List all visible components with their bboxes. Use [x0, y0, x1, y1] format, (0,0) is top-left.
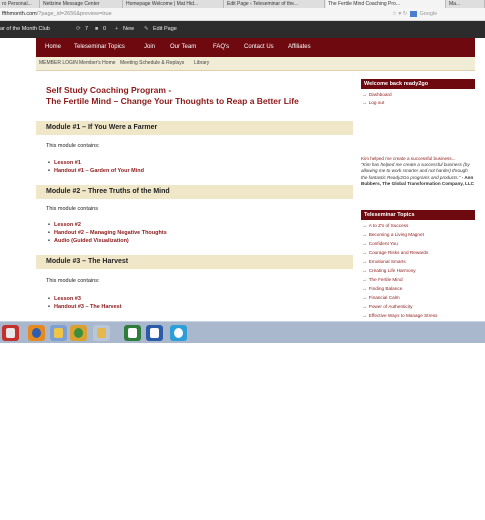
nav-item-our-team[interactable]: Our Team [170, 38, 196, 57]
subnav-library[interactable]: Library [194, 57, 209, 70]
browser-tab-strip: ro Personal... Nettzine Message Center H… [0, 0, 485, 8]
edit-page-link[interactable]: Edit Page [153, 21, 177, 38]
module-title: Module #2 – Three Truths of the Mind [46, 188, 170, 195]
audio-link[interactable]: Audio (Guided Visualization) [48, 237, 129, 245]
updates-count[interactable]: 7 [85, 21, 88, 38]
subnav-members-home[interactable]: Member's Home [79, 57, 116, 70]
topic-link[interactable]: Becoming a Living Magnet [362, 231, 424, 238]
topic-link[interactable]: Emotional Smarts [362, 258, 406, 265]
member-subnav: MEMBER LOGIN Member's Home Meeting Sched… [36, 57, 475, 71]
plus-icon[interactable]: + [115, 21, 118, 38]
tab-label: The Fertile Mind Coaching Pro... [328, 1, 400, 7]
topics-widget-header: Teleseminar Topics [361, 210, 475, 220]
page-title-line2: The Fertile Mind – Change Your Thoughts … [46, 96, 299, 106]
nav-item-join[interactable]: Join [144, 38, 155, 57]
url-path: /?page_id=2656&preview=true [36, 11, 112, 17]
excel-icon[interactable] [124, 325, 141, 341]
nav-item-faqs[interactable]: FAQ's [213, 38, 229, 57]
chrome-icon[interactable] [70, 325, 87, 341]
dashboard-link[interactable]: Dashboard [362, 91, 392, 98]
main-nav: Home Teleseminar Topics Join Our Team FA… [36, 38, 475, 57]
module-title: Module #1 – If You Were a Farmer [46, 124, 158, 131]
welcome-text: Welcome back ready2go [364, 81, 429, 87]
module-heading: Module #3 – The Harvest [36, 255, 353, 269]
subnav-member-login[interactable]: MEMBER LOGIN [39, 57, 78, 70]
admin-site-name[interactable]: ar of the Month Club [0, 21, 50, 38]
browser-tab[interactable]: Ma... [447, 0, 485, 8]
logout-link[interactable]: Log out [362, 99, 385, 106]
star-icon[interactable]: ☆ [392, 11, 397, 17]
topic-link[interactable]: Creating Life Harmony [362, 267, 416, 274]
new-menu[interactable]: New [123, 21, 134, 38]
browser-tab[interactable]: Edit Page ‹ Teleseminar of the... [225, 0, 325, 8]
testimonial: Kim helped me create a successful busine… [361, 156, 475, 212]
tab-label: ro Personal... [2, 1, 32, 7]
main-content: Self Study Coaching Program - The Fertil… [36, 71, 353, 343]
tab-label: Nettzine Message Center [43, 1, 100, 7]
topic-link[interactable]: Finding Balance [362, 285, 403, 292]
topics-heading: Teleseminar Topics [364, 212, 415, 218]
handout-link[interactable]: Handout #3 – The Harvest [48, 303, 122, 311]
start-orb-icon[interactable] [2, 325, 19, 341]
pencil-icon[interactable]: ✎ [144, 21, 149, 38]
firefox-icon[interactable] [28, 325, 45, 341]
module-intro: This module contains: [46, 278, 100, 284]
comment-icon[interactable]: ■ [95, 21, 98, 38]
nav-item-home[interactable]: Home [45, 38, 61, 57]
welcome-widget-header: Welcome back ready2go [361, 79, 475, 89]
page-title-line1: Self Study Coaching Program - [46, 85, 172, 95]
address-bar[interactable]: ffthmonth.com/?page_id=2656&preview=true… [0, 8, 485, 21]
file-manager-icon[interactable] [93, 325, 110, 341]
nav-item-affiliates[interactable]: Affiliates [288, 38, 311, 57]
dropdown-icon[interactable]: ▾ [398, 11, 401, 17]
topic-link[interactable]: Courage Risks and Rewards [362, 249, 429, 256]
skype-icon[interactable] [170, 325, 187, 341]
lesson-link[interactable]: Lesson #3 [48, 295, 81, 303]
sidebar: Welcome back ready2go Dashboard Log out … [357, 71, 475, 343]
windows-explorer-icon[interactable] [50, 325, 67, 341]
topic-link[interactable]: Financial Calm [362, 294, 400, 301]
module-intro: This module contains: [46, 143, 100, 149]
word-icon[interactable] [146, 325, 163, 341]
browser-tab[interactable]: Homepage Welcome | Mat Hid... [124, 0, 224, 8]
topic-link[interactable]: Confident You [362, 240, 398, 247]
lesson-link[interactable]: Lesson #2 [48, 221, 81, 229]
testimonial-quote: "Kim has helped me create a successful b… [361, 162, 470, 180]
tab-label: Ma... [449, 1, 461, 7]
topic-link[interactable]: The Fertile Mind [362, 276, 403, 283]
url-field[interactable]: ffthmonth.com/?page_id=2656&preview=true [2, 10, 112, 18]
url-host: ffthmonth.com [2, 11, 37, 17]
nav-item-teleseminar-topics[interactable]: Teleseminar Topics [74, 38, 125, 57]
browser-tab-active[interactable]: The Fertile Mind Coaching Pro... [326, 0, 446, 8]
module-heading: Module #1 – If You Were a Farmer [36, 121, 353, 135]
updates-icon[interactable]: ⟳ [76, 21, 81, 38]
handout-link[interactable]: Handout #2 – Managing Negative Thoughts [48, 229, 167, 237]
windows-taskbar [0, 321, 485, 343]
nav-item-contact-us[interactable]: Contact Us [244, 38, 274, 57]
lesson-link[interactable]: Lesson #1 [48, 159, 81, 167]
topic-link[interactable]: Power of Authenticity [362, 303, 413, 310]
screenshot-area: ro Personal... Nettzine Message Center H… [0, 0, 485, 343]
browser-tab[interactable]: Nettzine Message Center [41, 0, 123, 8]
subnav-meeting-schedule[interactable]: Meeting Schedule & Replays [120, 57, 184, 70]
browser-tab[interactable]: ro Personal... [0, 0, 40, 8]
module-intro: This module contains [46, 206, 98, 212]
search-placeholder[interactable]: Google [419, 11, 437, 17]
tab-label: Homepage Welcome | Mat Hid... [126, 1, 199, 7]
tab-label: Edit Page ‹ Teleseminar of the... [227, 1, 299, 7]
module-title: Module #3 – The Harvest [46, 258, 129, 265]
address-bar-controls: ☆ ▾ ↻ Google [392, 10, 437, 18]
handout-link[interactable]: Handout #1 – Garden of Your Mind [48, 167, 144, 175]
comments-count[interactable]: 0 [103, 21, 106, 38]
topic-link[interactable]: A to Z's of Success [362, 222, 409, 229]
reload-icon[interactable]: ↻ [403, 11, 408, 17]
module-heading: Module #2 – Three Truths of the Mind [36, 185, 353, 199]
topic-link[interactable]: Effective Ways to Manage Stress [362, 312, 438, 319]
google-search-icon[interactable] [409, 10, 417, 17]
wp-admin-bar: ar of the Month Club ⟳ 7 ■ 0 + New ✎ Edi… [0, 21, 485, 38]
